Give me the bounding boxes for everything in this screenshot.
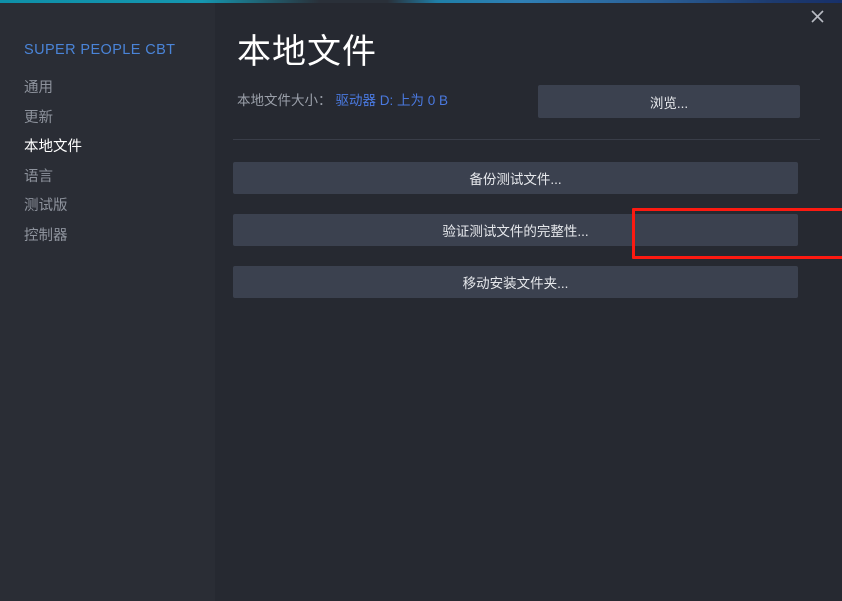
sidebar-nav: 通用 更新 本地文件 语言 测试版 控制器	[24, 78, 194, 255]
move-install-folder-button[interactable]: 移动安装文件夹...	[233, 266, 798, 298]
close-icon[interactable]	[800, 3, 834, 29]
sidebar-item-general[interactable]: 通用	[24, 78, 194, 98]
sidebar-item-betas[interactable]: 测试版	[24, 196, 194, 216]
sidebar-app-title: SUPER PEOPLE CBT	[24, 42, 176, 58]
browse-button[interactable]: 浏览...	[538, 85, 800, 118]
sidebar-item-updates[interactable]: 更新	[24, 108, 194, 128]
window-top-accent-bar	[0, 0, 842, 3]
section-divider	[233, 139, 820, 140]
backup-test-files-button[interactable]: 备份测试文件...	[233, 162, 798, 194]
verify-integrity-button[interactable]: 验证测试文件的完整性...	[233, 214, 798, 246]
sidebar-item-local-files[interactable]: 本地文件	[24, 137, 194, 157]
local-files-size-value-link[interactable]: 驱动器 D: 上为 0 B	[336, 93, 449, 108]
sidebar-item-controller[interactable]: 控制器	[24, 226, 194, 246]
action-button-list: 备份测试文件... 验证测试文件的完整性... 移动安装文件夹...	[233, 162, 798, 318]
sidebar: SUPER PEOPLE CBT 通用 更新 本地文件 语言 测试版 控制器	[0, 0, 215, 601]
settings-dialog: SUPER PEOPLE CBT 通用 更新 本地文件 语言 测试版 控制器 本…	[0, 0, 842, 601]
sidebar-item-language[interactable]: 语言	[24, 167, 194, 187]
local-files-size-row: 本地文件大小： 驱动器 D: 上为 0 B	[237, 92, 448, 110]
content-panel: 本地文件 本地文件大小： 驱动器 D: 上为 0 B 浏览... 备份测试文件..…	[215, 0, 842, 601]
page-title: 本地文件	[237, 33, 377, 71]
local-files-size-label: 本地文件大小：	[237, 93, 332, 108]
